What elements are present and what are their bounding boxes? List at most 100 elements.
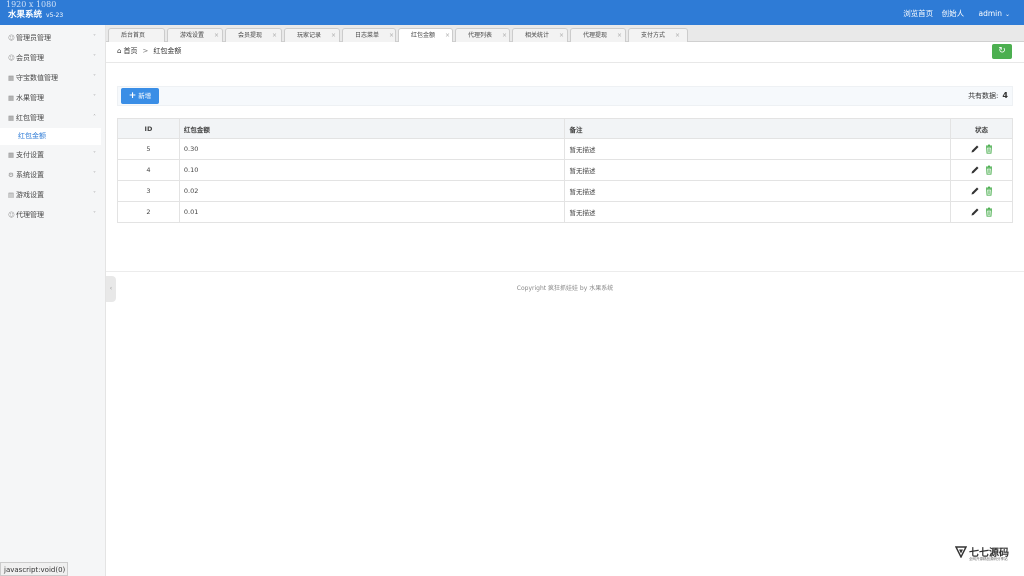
row-amount: 0.30 xyxy=(178,138,566,160)
tab-label: 相关统计 xyxy=(525,32,550,39)
grid-icon: ▦ xyxy=(8,74,15,82)
gamepad-icon: ▤ xyxy=(8,191,15,199)
table-row: 2 0.01 暂无描述 xyxy=(117,201,1013,223)
sidebar-item[interactable]: ▦ 支付设置 ˅ xyxy=(0,145,105,165)
sidebar-item-label: 水果管理 xyxy=(16,94,44,102)
row-actions xyxy=(950,159,1013,181)
sidebar-item[interactable]: ▦ 守宝数值管理 ˅ xyxy=(0,68,105,88)
table-toolbar: + 新增 共有数据: 4 xyxy=(117,86,1013,106)
sidebar-item-label: 会员管理 xyxy=(16,54,44,62)
close-icon[interactable]: × xyxy=(214,32,219,39)
tab[interactable]: 代理列表 × xyxy=(455,28,510,42)
add-button[interactable]: + 新增 xyxy=(121,88,159,104)
sidebar-item[interactable]: ☺会员管理 ˅ xyxy=(0,48,105,68)
close-icon[interactable]: × xyxy=(445,32,450,39)
tab[interactable]: 相关统计 × xyxy=(512,28,568,42)
sidebar-item[interactable]: ☺管理员管理 ˅ xyxy=(0,28,105,48)
chevron-down-icon: ˅ xyxy=(93,151,96,158)
close-icon[interactable]: × xyxy=(559,32,564,39)
app-version: v5-23 xyxy=(46,12,64,19)
close-icon[interactable]: × xyxy=(502,32,507,39)
chevron-up-icon: ˄ xyxy=(93,114,96,121)
tab[interactable]: 支付方式 × xyxy=(628,28,688,42)
close-icon[interactable]: × xyxy=(331,32,336,39)
col-header-id[interactable]: ID xyxy=(117,118,180,139)
table-row: 5 0.30 暂无描述 xyxy=(117,138,1013,160)
col-header-note[interactable]: 备注 xyxy=(564,118,952,139)
tab[interactable]: 日志菜单 × xyxy=(342,28,396,42)
sidebar-item[interactable]: ▦ 水果管理 ˅ xyxy=(0,88,105,108)
footer-divider xyxy=(106,271,1024,272)
close-icon[interactable]: × xyxy=(272,32,277,39)
row-actions xyxy=(950,201,1013,223)
row-note: 暂无描述 xyxy=(564,159,952,181)
tab[interactable]: 红包金额 × xyxy=(398,28,453,42)
edit-icon[interactable] xyxy=(970,165,980,175)
amount-table: ID 红包金额 备注 状态 5 0.30 暂无描述 4 0.10 暂无描述 3 0.02 暂无描… xyxy=(117,118,1013,223)
sidebar-item[interactable]: ☺代理管理 ˅ xyxy=(0,205,105,225)
col-header-amount[interactable]: 红包金额 xyxy=(178,118,566,139)
creator-label: 创始人 xyxy=(941,9,965,18)
browse-home-link[interactable]: 浏览首页 xyxy=(903,9,933,18)
edit-icon[interactable] xyxy=(970,144,980,154)
row-id: 3 xyxy=(117,180,180,202)
tab[interactable]: 玩家记录 × xyxy=(284,28,340,42)
tab[interactable]: 游戏设置 × xyxy=(167,28,223,42)
close-icon[interactable]: × xyxy=(389,32,394,39)
watermark-logo: 七七源码 全网开源精品源码分享站 xyxy=(955,544,1017,566)
close-icon[interactable]: × xyxy=(675,32,680,39)
delete-icon[interactable] xyxy=(984,207,994,217)
grid-icon: ▦ xyxy=(8,114,15,122)
user-icon: ☺ xyxy=(8,34,15,42)
row-note: 暂无描述 xyxy=(564,201,952,223)
tab[interactable]: 代理提现 × xyxy=(570,28,626,42)
tab-label: 游戏设置 xyxy=(180,32,205,39)
chevron-down-icon: ˅ xyxy=(93,54,96,61)
chevron-down-icon: ˅ xyxy=(93,74,96,81)
sidebar-item-label: 代理管理 xyxy=(16,211,44,219)
record-count: 共有数据: 4 xyxy=(968,91,1008,101)
refresh-button[interactable]: ↻ xyxy=(992,44,1012,59)
row-actions xyxy=(950,180,1013,202)
breadcrumb-separator: > xyxy=(142,47,149,55)
refresh-icon: ↻ xyxy=(998,46,1006,56)
sidebar-subitem-active[interactable]: 红包金额 xyxy=(0,128,101,145)
sidebar-item[interactable]: ▤ 游戏设置 ˅ xyxy=(0,185,105,205)
edit-icon[interactable] xyxy=(970,186,980,196)
table-row: 4 0.10 暂无描述 xyxy=(117,159,1013,181)
gear-icon: ⚙ xyxy=(8,171,14,179)
delete-icon[interactable] xyxy=(984,186,994,196)
row-actions xyxy=(950,138,1013,160)
home-icon[interactable]: ⌂ xyxy=(117,47,121,55)
table-header-row: ID 红包金额 备注 状态 xyxy=(117,118,1013,139)
chevron-down-icon: ˅ xyxy=(93,211,96,218)
status-bar-url: javascript:void(0) xyxy=(0,562,68,576)
tab-label: 会员提现 xyxy=(238,32,263,39)
user-icon: ☺ xyxy=(8,54,15,62)
breadcrumb-home[interactable]: 首页 xyxy=(123,47,137,55)
chevron-down-icon: ˅ xyxy=(93,34,96,41)
sidebar-item-label: 守宝数值管理 xyxy=(16,74,58,82)
sidebar: ☺管理员管理 ˅ ☺会员管理 ˅ ▦ 守宝数值管理 ˅ ▦ 水果管理 ˅ ▦ 红包管理 ˄ 红包金额 ▦ 支付… xyxy=(0,25,106,576)
sidebar-item-label: 游戏设置 xyxy=(16,191,44,199)
chevron-down-icon: ˅ xyxy=(93,94,96,101)
delete-icon[interactable] xyxy=(984,144,994,154)
tab[interactable]: 会员提现 × xyxy=(225,28,282,42)
chevron-down-icon: ˅ xyxy=(93,191,96,198)
row-amount: 0.01 xyxy=(178,201,566,223)
row-note: 暂无描述 xyxy=(564,180,952,202)
logo-icon xyxy=(955,546,967,558)
close-icon[interactable]: × xyxy=(617,32,622,39)
app-brand[interactable]: 水果系统 v5-23 xyxy=(8,8,63,20)
tab[interactable]: 后台首页 xyxy=(108,28,165,42)
plus-icon: + xyxy=(128,91,137,101)
sidebar-item[interactable]: ⚙ 系统设置 ˅ xyxy=(0,165,105,185)
sidebar-menu: ☺管理员管理 ˅ ☺会员管理 ˅ ▦ 守宝数值管理 ˅ ▦ 水果管理 ˅ ▦ 红包管理 ˄ 红包金额 ▦ 支付… xyxy=(0,28,105,225)
sidebar-item[interactable]: ▦ 红包管理 ˄ xyxy=(0,108,105,128)
col-header-status: 状态 xyxy=(950,118,1013,139)
delete-icon[interactable] xyxy=(984,165,994,175)
edit-icon[interactable] xyxy=(970,207,980,217)
user-menu[interactable]: admin ⌄ xyxy=(972,9,1010,18)
breadcrumb-current: 红包金额 xyxy=(153,47,182,55)
user-icon: ☺ xyxy=(8,211,15,219)
